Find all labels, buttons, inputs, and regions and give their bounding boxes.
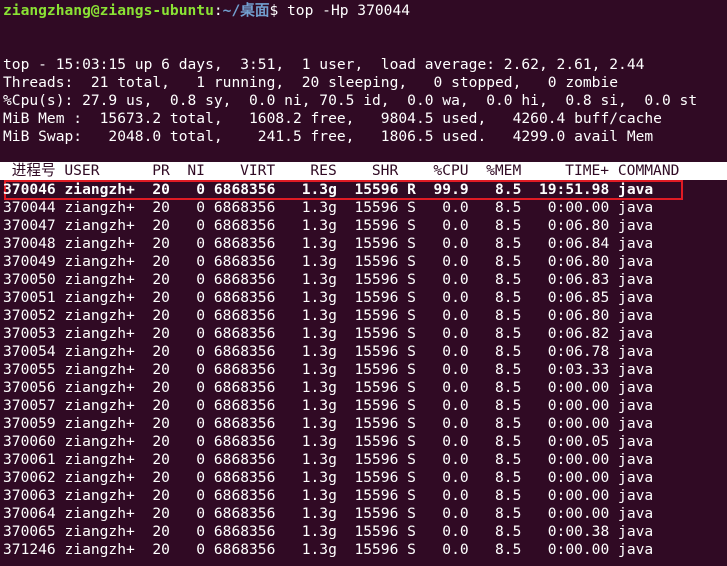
table-row: 370055 ziangzh+ 20 0 6868356 1.3g 15596 … bbox=[3, 361, 654, 378]
table-row: 370053 ziangzh+ 20 0 6868356 1.3g 15596 … bbox=[3, 325, 654, 342]
prompt-separator: : bbox=[213, 2, 223, 19]
table-row-highlighted: 370046 ziangzh+ 20 0 6868356 1.3g 15596 … bbox=[3, 181, 654, 198]
prompt-command: top -Hp 370044 bbox=[287, 2, 411, 19]
table-header: 进程号 USER PR NI VIRT RES SHR %CPU %MEM TI… bbox=[3, 162, 680, 179]
swap-summary-line: MiB Swap: 2048.0 total, 241.5 free, 1806… bbox=[3, 128, 654, 145]
table-row: 370054 ziangzh+ 20 0 6868356 1.3g 15596 … bbox=[3, 343, 654, 360]
cpu-summary-line: %Cpu(s): 27.9 us, 0.8 sy, 0.0 ni, 70.5 i… bbox=[3, 92, 698, 109]
table-row: 370060 ziangzh+ 20 0 6868356 1.3g 15596 … bbox=[3, 433, 654, 450]
thread-table: 370046 ziangzh+ 20 0 6868356 1.3g 15596 … bbox=[0, 181, 727, 559]
table-row: 371246 ziangzh+ 20 0 6868356 1.3g 15596 … bbox=[3, 541, 654, 558]
table-row: 370057 ziangzh+ 20 0 6868356 1.3g 15596 … bbox=[3, 397, 654, 414]
prompt-symbol: $ bbox=[269, 2, 288, 19]
prompt-path: ~/桌面 bbox=[222, 2, 270, 19]
table-row: 370052 ziangzh+ 20 0 6868356 1.3g 15596 … bbox=[3, 307, 654, 324]
top-uptime-line: top - 15:03:15 up 6 days, 3:51, 1 user, … bbox=[3, 56, 645, 73]
table-row: 370065 ziangzh+ 20 0 6868356 1.3g 15596 … bbox=[3, 523, 654, 540]
table-row: 370063 ziangzh+ 20 0 6868356 1.3g 15596 … bbox=[3, 487, 654, 504]
table-row: 370044 ziangzh+ 20 0 6868356 1.3g 15596 … bbox=[3, 199, 654, 216]
table-row: 370050 ziangzh+ 20 0 6868356 1.3g 15596 … bbox=[3, 271, 654, 288]
table-header-bar: 进程号 USER PR NI VIRT RES SHR %CPU %MEM TI… bbox=[0, 162, 727, 180]
table-row: 370051 ziangzh+ 20 0 6868356 1.3g 15596 … bbox=[3, 289, 654, 306]
table-row: 370059 ziangzh+ 20 0 6868356 1.3g 15596 … bbox=[3, 415, 654, 432]
table-row: 370064 ziangzh+ 20 0 6868356 1.3g 15596 … bbox=[3, 505, 654, 522]
table-row: 370049 ziangzh+ 20 0 6868356 1.3g 15596 … bbox=[3, 253, 654, 270]
table-row: 370048 ziangzh+ 20 0 6868356 1.3g 15596 … bbox=[3, 235, 654, 252]
table-row: 370047 ziangzh+ 20 0 6868356 1.3g 15596 … bbox=[3, 217, 654, 234]
prompt-user-host: ziangzhang@ziangs-ubuntu bbox=[3, 2, 214, 19]
terminal-window[interactable]: ziangzhang@ziangs-ubuntu:~/桌面$ top -Hp 3… bbox=[0, 0, 727, 566]
table-row: 370062 ziangzh+ 20 0 6868356 1.3g 15596 … bbox=[3, 469, 654, 486]
threads-summary-line: Threads: 21 total, 1 running, 20 sleepin… bbox=[3, 74, 619, 91]
shell-prompt-line: ziangzhang@ziangs-ubuntu:~/桌面$ top -Hp 3… bbox=[3, 2, 410, 20]
table-row: 370056 ziangzh+ 20 0 6868356 1.3g 15596 … bbox=[3, 379, 654, 396]
mem-summary-line: MiB Mem : 15673.2 total, 1608.2 free, 98… bbox=[3, 110, 662, 127]
table-row: 370061 ziangzh+ 20 0 6868356 1.3g 15596 … bbox=[3, 451, 654, 468]
